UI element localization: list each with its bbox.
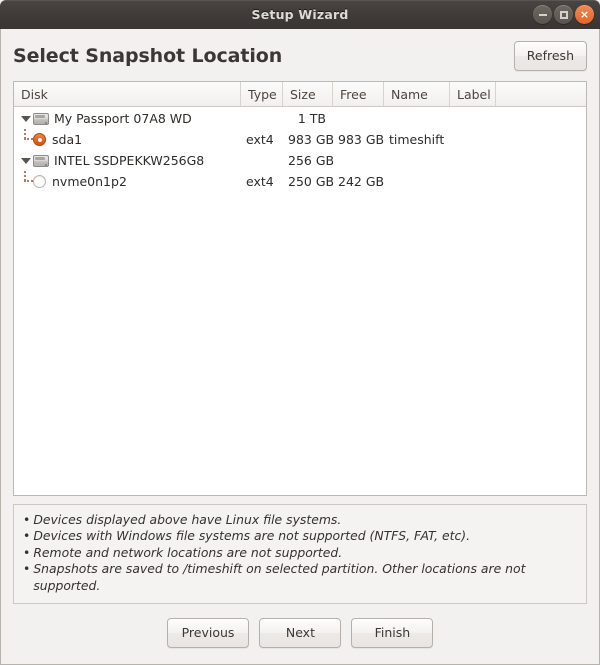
column-header-label[interactable]: Label bbox=[450, 82, 496, 106]
column-header-spacer bbox=[496, 82, 586, 106]
cell-free bbox=[333, 150, 384, 171]
hard-drive-icon bbox=[33, 112, 49, 126]
titlebar[interactable]: Setup Wizard × bbox=[0, 0, 600, 29]
partition-name: nvme0n1p2 bbox=[52, 174, 127, 189]
disk-name: INTEL SSDPEKKW256G8 bbox=[54, 153, 205, 168]
cell-label bbox=[450, 171, 496, 192]
table-row[interactable]: nvme0n1p2 ext4 250 GB 242 GB bbox=[14, 171, 586, 192]
notes-panel: • Devices displayed above have Linux fil… bbox=[13, 503, 587, 604]
column-header-name[interactable]: Name bbox=[384, 82, 450, 106]
cell-label bbox=[450, 129, 496, 150]
cell-disk: sda1 bbox=[14, 129, 241, 150]
chevron-down-icon[interactable] bbox=[19, 115, 33, 122]
cell-type bbox=[241, 108, 283, 129]
cell-size: 983 GB bbox=[288, 132, 333, 147]
table-row[interactable]: My Passport 07A8 WD 1 TB bbox=[14, 108, 586, 129]
tree-body: My Passport 07A8 WD 1 TB sda1 ext4 983 G… bbox=[14, 107, 586, 495]
column-header-free[interactable]: Free bbox=[333, 82, 384, 106]
cell-type: ext4 bbox=[246, 174, 274, 189]
device-list[interactable]: Disk Type Size Free Name Label My Passpo bbox=[13, 81, 587, 496]
refresh-button[interactable]: Refresh bbox=[513, 41, 587, 71]
note-text: Snapshots are saved to /timeshift on sel… bbox=[33, 561, 526, 593]
bullet-icon: • bbox=[23, 528, 31, 543]
window-body: Select Snapshot Location Refresh Disk Ty… bbox=[0, 29, 600, 665]
table-row[interactable]: INTEL SSDPEKKW256G8 256 GB bbox=[14, 150, 586, 171]
header-row: Select Snapshot Location Refresh bbox=[13, 29, 587, 81]
finish-button[interactable]: Finish bbox=[351, 618, 434, 648]
cell-free: 983 GB bbox=[338, 132, 384, 147]
column-header-disk[interactable]: Disk bbox=[14, 82, 241, 106]
minimize-icon bbox=[538, 13, 547, 16]
close-button[interactable]: × bbox=[575, 5, 594, 24]
column-header-size[interactable]: Size bbox=[283, 82, 333, 106]
window-title: Setup Wizard bbox=[251, 7, 349, 22]
tree-header: Disk Type Size Free Name Label bbox=[14, 82, 586, 107]
note-text: Remote and network locations are not sup… bbox=[33, 544, 343, 560]
cell-disk: My Passport 07A8 WD bbox=[14, 108, 241, 129]
note-text: Devices displayed above have Linux file … bbox=[33, 511, 342, 527]
note-item: • Devices displayed above have Linux fil… bbox=[23, 512, 577, 529]
minimize-button[interactable] bbox=[533, 5, 552, 24]
note-item: • Devices with Windows file systems are … bbox=[23, 528, 577, 545]
hard-drive-icon bbox=[33, 154, 49, 168]
radio-unselected-icon[interactable] bbox=[33, 175, 46, 188]
window-controls: × bbox=[533, 0, 594, 29]
previous-button[interactable]: Previous bbox=[166, 618, 250, 648]
bullet-icon: • bbox=[23, 511, 31, 527]
cell-size: 1 TB bbox=[297, 111, 326, 126]
cell-type bbox=[241, 150, 283, 171]
close-icon: × bbox=[579, 8, 590, 21]
cell-name bbox=[384, 150, 450, 171]
maximize-button[interactable] bbox=[554, 5, 573, 24]
partition-name: sda1 bbox=[52, 132, 83, 147]
maximize-icon bbox=[559, 10, 568, 19]
cell-disk: INTEL SSDPEKKW256G8 bbox=[14, 150, 241, 171]
bullet-icon: • bbox=[23, 561, 31, 576]
note-item: • Remote and network locations are not s… bbox=[23, 545, 577, 562]
cell-name bbox=[384, 108, 450, 129]
table-row[interactable]: sda1 ext4 983 GB 983 GB timeshift bbox=[14, 129, 586, 150]
cell-free: 242 GB bbox=[338, 174, 384, 189]
note-item: • Snapshots are saved to /timeshift on s… bbox=[23, 561, 577, 594]
cell-disk: nvme0n1p2 bbox=[14, 171, 241, 192]
page-title: Select Snapshot Location bbox=[13, 45, 283, 67]
cell-label bbox=[450, 150, 496, 171]
cell-size: 250 GB bbox=[288, 174, 333, 189]
footer-buttons: Previous Next Finish bbox=[13, 604, 587, 664]
cell-name: timeshift bbox=[389, 132, 445, 147]
cell-free bbox=[333, 108, 384, 129]
column-header-type[interactable]: Type bbox=[241, 82, 283, 106]
setup-wizard-window: Setup Wizard × Select Snapshot Location … bbox=[0, 0, 600, 665]
cell-label bbox=[450, 108, 496, 129]
bullet-icon: • bbox=[23, 544, 31, 560]
cell-name bbox=[384, 171, 450, 192]
cell-size: 256 GB bbox=[288, 153, 333, 168]
tree-connector-icon bbox=[19, 129, 37, 150]
cell-type: ext4 bbox=[246, 132, 274, 147]
disk-name: My Passport 07A8 WD bbox=[54, 111, 192, 126]
chevron-down-icon[interactable] bbox=[19, 157, 33, 164]
radio-selected-icon[interactable] bbox=[33, 133, 46, 146]
next-button[interactable]: Next bbox=[259, 618, 342, 648]
note-text: Devices with Windows file systems are no… bbox=[33, 528, 471, 543]
tree-connector-icon bbox=[19, 171, 37, 192]
